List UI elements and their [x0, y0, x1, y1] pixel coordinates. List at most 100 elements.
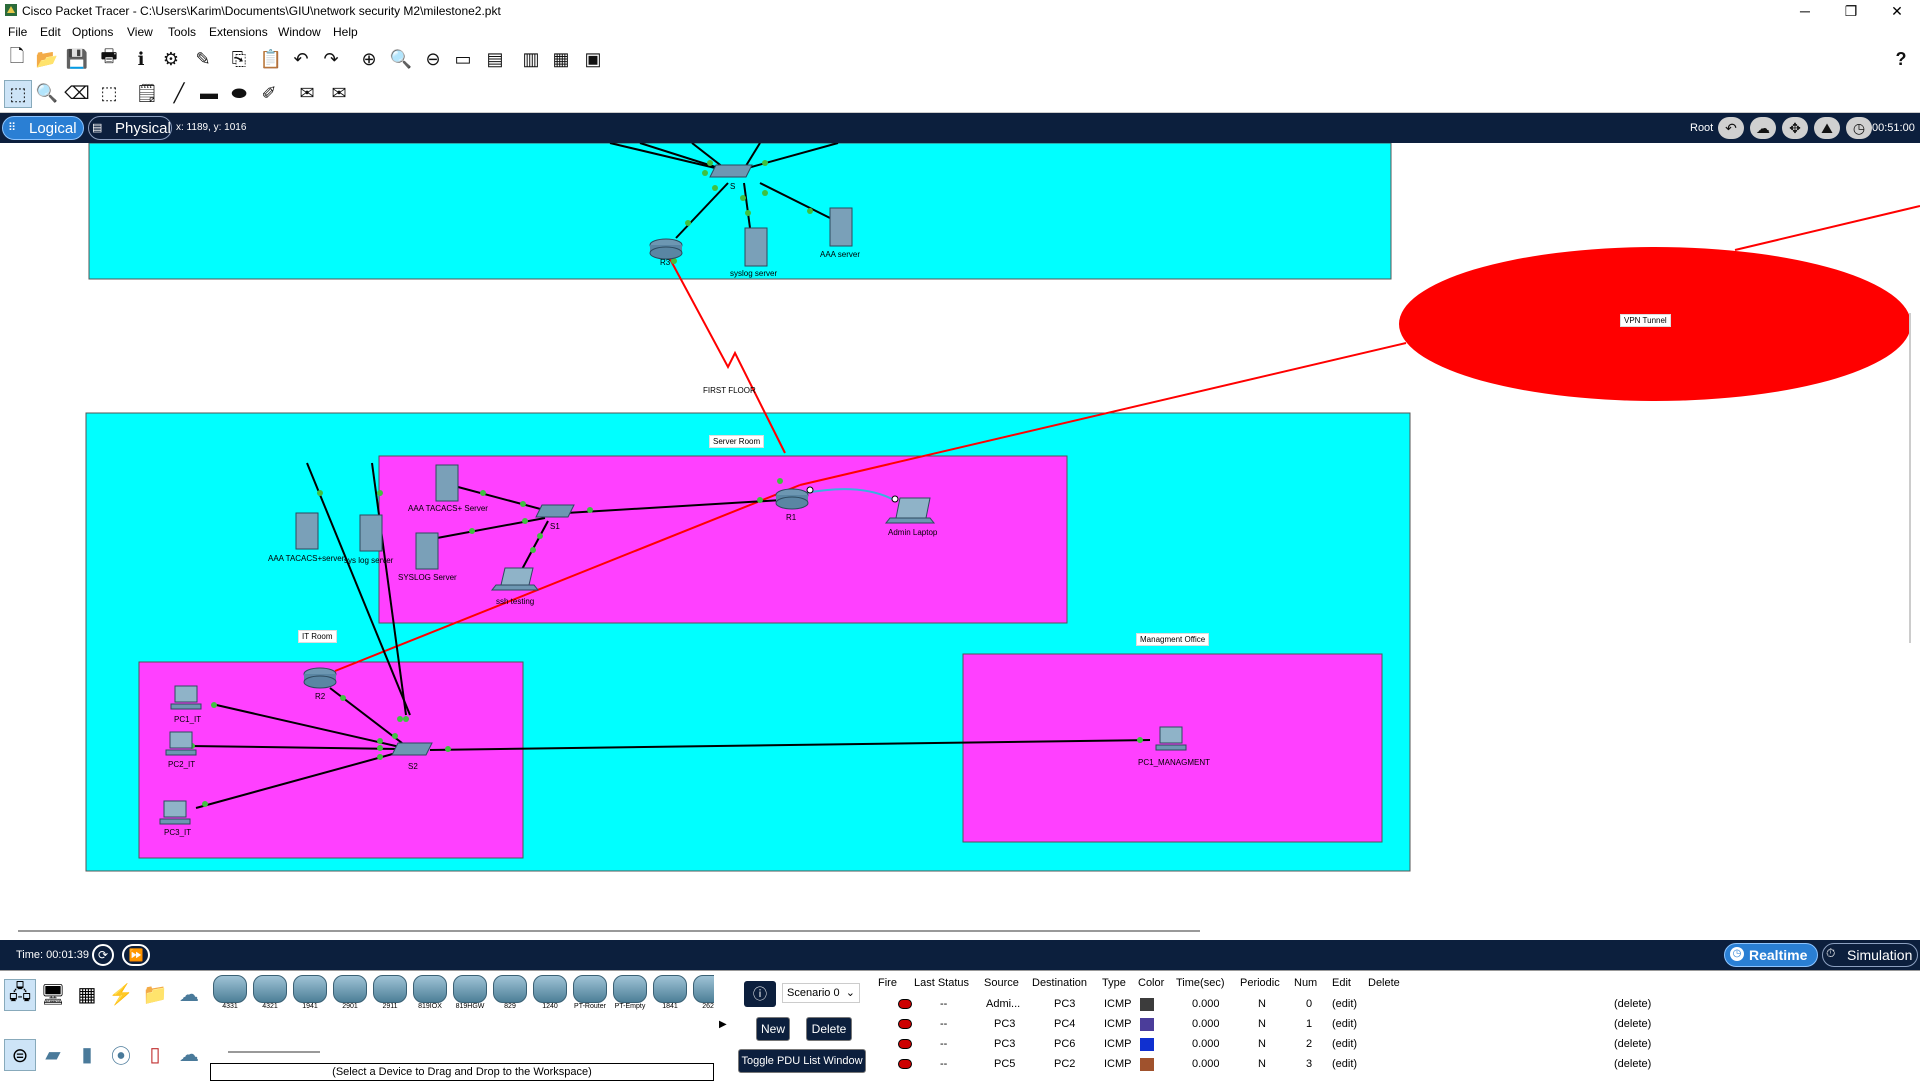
hubs-subcategory-icon[interactable]: ▮: [72, 1039, 102, 1069]
network-wizard-icon[interactable]: ⚙: [158, 46, 184, 72]
device-list-scrollbar[interactable]: [228, 1051, 320, 1053]
info-icon[interactable]: ℹ: [128, 46, 154, 72]
network-devices-category-icon[interactable]: 🖧: [4, 979, 36, 1011]
end-devices-category-icon[interactable]: 🖥: [38, 979, 68, 1009]
move-object-icon[interactable]: ✥: [1782, 117, 1808, 139]
select-icon[interactable]: ⬚: [4, 80, 32, 108]
device-tile-pt-router[interactable]: PT-Router: [572, 975, 608, 1019]
back-icon[interactable]: ↶: [1718, 117, 1744, 139]
menu-tools[interactable]: Tools: [168, 25, 196, 39]
menu-view[interactable]: View: [127, 25, 153, 39]
print-icon[interactable]: 🖶: [96, 46, 122, 72]
close-button[interactable]: ✕: [1874, 0, 1920, 22]
pdu-edit-link[interactable]: (edit): [1332, 1018, 1357, 1030]
minimize-button[interactable]: ─: [1782, 0, 1828, 22]
topology-canvas[interactable]: S R3 syslog server AAA server AAA TACACS…: [0, 143, 1920, 940]
menu-file[interactable]: File: [8, 25, 27, 39]
fire-icon[interactable]: [898, 1039, 912, 1049]
freeform-icon[interactable]: ✐: [256, 80, 282, 106]
activity-wizard-icon[interactable]: ✎: [190, 46, 216, 72]
delete-scenario-button[interactable]: Delete: [806, 1017, 852, 1041]
inspect-icon[interactable]: 🔍: [34, 80, 60, 106]
routers-subcategory-icon[interactable]: ⊜: [4, 1039, 36, 1071]
pdu-row[interactable]: -- PC3 PC6 ICMP 0.000 N 2 (edit) (delete…: [874, 1035, 1920, 1055]
custom-devices-icon[interactable]: ▤: [482, 46, 508, 72]
delete-icon[interactable]: ⌫: [64, 80, 90, 106]
device-tile-819iox[interactable]: 819IOX: [412, 975, 448, 1019]
view-commands-icon[interactable]: ▥: [518, 46, 544, 72]
place-note-icon[interactable]: 🗒: [134, 80, 160, 106]
pdu-edit-link[interactable]: (edit): [1332, 1038, 1357, 1050]
second-floor-area[interactable]: [88, 143, 1392, 280]
ipc-icon[interactable]: ▣: [580, 46, 606, 72]
pdu-delete-link[interactable]: (delete): [1614, 998, 1651, 1010]
device-tile-2911[interactable]: 2911: [372, 975, 408, 1019]
pdu-row[interactable]: -- Admi... PC3 ICMP 0.000 N 0 (edit) (de…: [874, 995, 1920, 1015]
new-file-icon[interactable]: 🗋: [4, 46, 30, 72]
menu-options[interactable]: Options: [72, 25, 113, 39]
new-scenario-button[interactable]: New: [756, 1017, 790, 1041]
device-tile-4321[interactable]: 4321: [252, 975, 288, 1019]
pc1-it[interactable]: PC1_IT: [170, 685, 202, 724]
zoom-reset-icon[interactable]: 🔍: [388, 46, 414, 72]
copy-icon[interactable]: ⎘: [226, 46, 252, 72]
device-tile-1240[interactable]: 1240: [532, 975, 568, 1019]
pdu-row[interactable]: -- PC5 PC2 ICMP 0.000 N 3 (edit) (delete…: [874, 1055, 1920, 1075]
scenario-select[interactable]: Scenario 0 ⌄: [782, 983, 860, 1003]
wan-emulation-subcategory-icon[interactable]: ☁: [174, 1039, 204, 1069]
fast-forward-icon[interactable]: ⏩: [122, 944, 150, 966]
add-complex-pdu-icon[interactable]: ✉: [326, 80, 352, 106]
device-tile-pt-empty[interactable]: PT-Empty: [612, 975, 648, 1019]
drawing-palette-icon[interactable]: ▭: [450, 46, 476, 72]
wireless-subcategory-icon[interactable]: ⦿: [106, 1039, 136, 1069]
help-icon[interactable]: ?: [1888, 46, 1914, 72]
fire-icon[interactable]: [898, 1019, 912, 1029]
paste-icon[interactable]: 📋: [258, 46, 284, 72]
zoom-out-icon[interactable]: ⊖: [420, 46, 446, 72]
multiuser-category-icon[interactable]: ☁: [174, 979, 204, 1009]
device-tile-829[interactable]: 829: [492, 975, 528, 1019]
save-icon[interactable]: 💾: [64, 46, 90, 72]
pc2-it[interactable]: PC2_IT: [165, 731, 197, 769]
resize-shape-icon[interactable]: ⬚: [96, 80, 122, 106]
pdu-delete-link[interactable]: (delete): [1614, 1058, 1651, 1070]
menu-help[interactable]: Help: [333, 25, 358, 39]
device-tile-1941[interactable]: 1941: [292, 975, 328, 1019]
device-template-icon[interactable]: ▦: [548, 46, 574, 72]
device-tile-1841[interactable]: 1841: [652, 975, 688, 1019]
zoom-in-icon[interactable]: ⊕: [356, 46, 382, 72]
open-folder-icon[interactable]: 📂: [34, 46, 60, 72]
device-tile-819hgw[interactable]: 819HGW: [452, 975, 488, 1019]
viewport-icon[interactable]: ◷: [1846, 117, 1872, 139]
pdu-edit-link[interactable]: (edit): [1332, 998, 1357, 1010]
root-label[interactable]: Root: [1690, 122, 1713, 134]
fire-icon[interactable]: [898, 1059, 912, 1069]
pdu-row[interactable]: -- PC3 PC4 ICMP 0.000 N 1 (edit) (delete…: [874, 1015, 1920, 1035]
power-cycle-icon[interactable]: ⟳: [92, 944, 114, 966]
device-tile-2901[interactable]: 2901: [332, 975, 368, 1019]
device-tile-2620[interactable]: 2620: [692, 975, 714, 1019]
background-icon[interactable]: ⛰: [1814, 117, 1840, 139]
maximize-button[interactable]: ❐: [1828, 0, 1874, 22]
menu-window[interactable]: Window: [278, 25, 321, 39]
draw-rectangle-icon[interactable]: ▬: [196, 80, 222, 106]
scenario-info-icon[interactable]: ⓘ: [744, 981, 776, 1007]
fire-icon[interactable]: [898, 999, 912, 1009]
pdu-edit-link[interactable]: (edit): [1332, 1058, 1357, 1070]
pdu-delete-link[interactable]: (delete): [1614, 1018, 1651, 1030]
logical-workspace[interactable]: S R3 syslog server AAA server AAA TACACS…: [0, 143, 1920, 940]
draw-ellipse-icon[interactable]: ⬬: [226, 80, 252, 106]
security-subcategory-icon[interactable]: ▯: [140, 1039, 170, 1069]
server-room-area[interactable]: [378, 455, 1068, 624]
panel-collapse-icon[interactable]: ▶: [719, 1019, 727, 1030]
toggle-pdu-list-button[interactable]: Toggle PDU List Window: [738, 1049, 866, 1073]
pdu-delete-link[interactable]: (delete): [1614, 1038, 1651, 1050]
connections-category-icon[interactable]: ⚡: [106, 979, 136, 1009]
device-tile-4331[interactable]: 4331: [212, 975, 248, 1019]
add-simple-pdu-icon[interactable]: ✉: [294, 80, 320, 106]
new-cluster-icon[interactable]: ☁: [1750, 117, 1776, 139]
switches-subcategory-icon[interactable]: ▰: [38, 1039, 68, 1069]
menu-edit[interactable]: Edit: [40, 25, 61, 39]
draw-line-icon[interactable]: ╱: [166, 80, 192, 106]
components-category-icon[interactable]: ▦: [72, 979, 102, 1009]
